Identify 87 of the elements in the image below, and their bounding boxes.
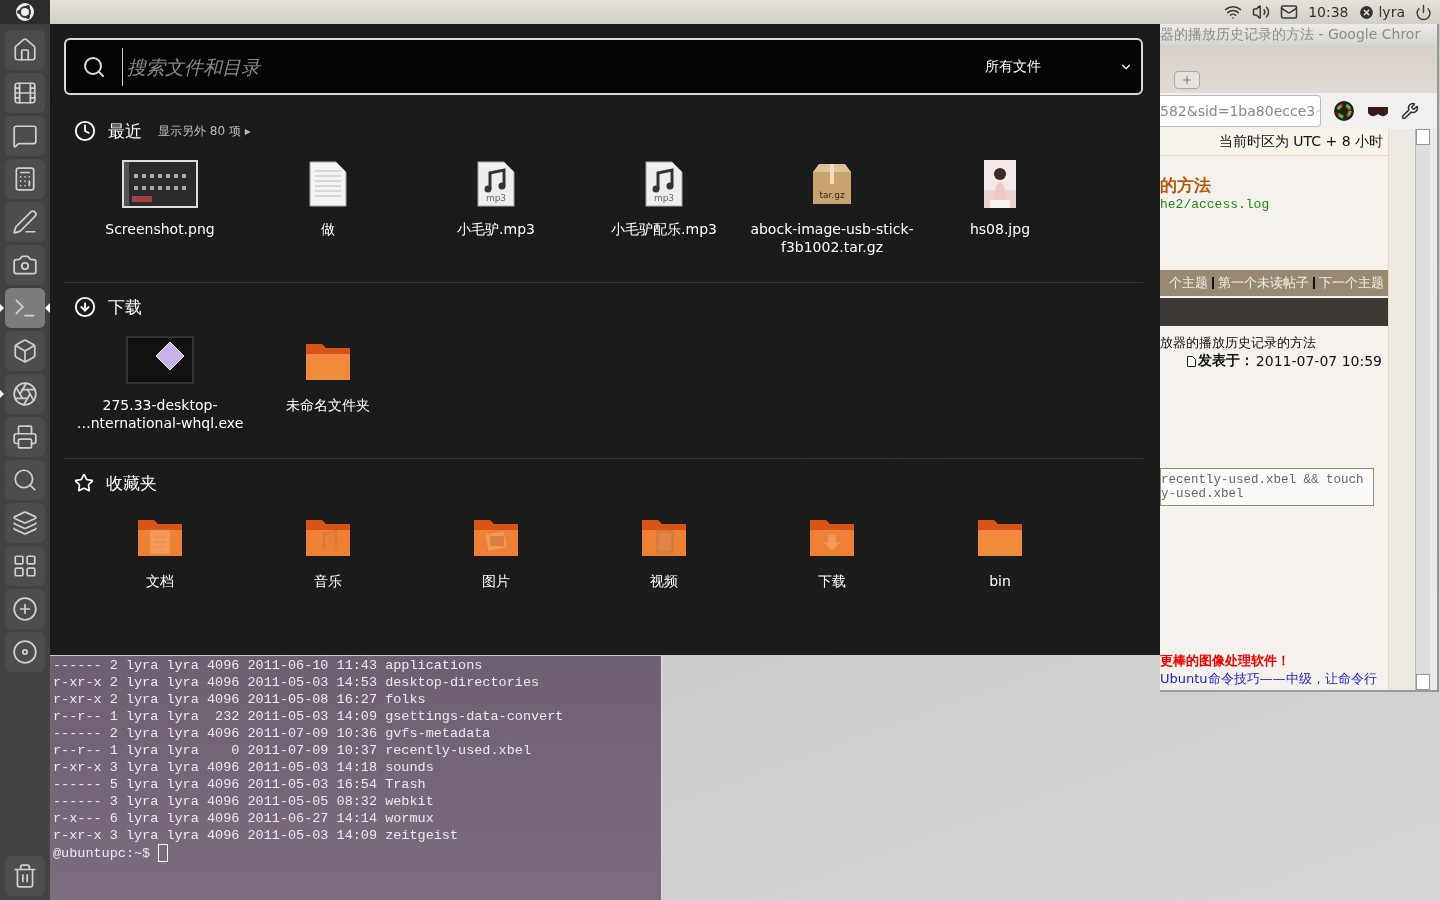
terminal-line: r--r-- 1 lyra lyra 0 2011-07-09 10:37 recently-used.xbel [53,742,532,759]
file-name[interactable]: 275.33-desktop- …nternational-whql.exe [76,396,244,432]
wifi-icon[interactable] [1224,3,1243,21]
section-title: 收藏夹 [106,471,157,495]
audio-file-icon [645,161,683,207]
executable-file-icon [126,336,194,384]
file-type-label: mp3 [652,193,676,203]
clock-icon [74,120,96,142]
film-icon [12,80,38,106]
search-icon [82,54,106,79]
code-hint: he2/access.log [1160,197,1271,212]
workspaces-icon [12,553,38,579]
file-type-label: tar.gz [818,190,846,200]
posted-date: 2011-07-07 10:59 [1255,353,1382,369]
camera-icon [12,252,38,278]
terminal-cursor [158,844,169,862]
file-name[interactable]: bin [989,572,1011,590]
trash-icon [12,863,38,889]
aperture-icon [12,381,38,407]
scanner-icon [12,424,38,450]
terminal-line: ------ 3 lyra lyra 4096 2011-05-05 08:32 webkit [53,793,435,810]
section-title: 最近 [108,119,142,143]
pen-icon [12,209,38,235]
file-name[interactable]: 图片 [482,572,510,590]
file-name[interactable]: 文档 [146,572,174,590]
disc-icon [12,639,38,665]
user-name[interactable]: lyra [1378,4,1405,20]
section-title: 下载 [108,295,142,319]
add-icon [12,596,38,622]
file-name[interactable]: abock-image-usb-stick- f3b1002.tar.gz [750,220,914,256]
home-icon [12,37,38,63]
window-title: 器的播放历史记录的方法 - Google Chror [1160,24,1437,45]
topic-title: 的方法 [1160,174,1212,197]
promo-text: 更棒的图像处理软件！ [1160,652,1291,670]
file-name[interactable]: 小毛驴.mp3 [457,220,535,238]
file-name[interactable]: 未命名文件夹 [286,396,370,414]
promo-link[interactable]: Ubuntu命令技巧——中级，让命令行 [1160,670,1388,688]
filter-dropdown[interactable]: 所有文件 [977,57,1141,76]
user-status-icon[interactable] [1358,3,1376,21]
post-icon [1186,355,1196,367]
launcher-item[interactable] [0,288,50,328]
mask-icon[interactable] [1367,104,1389,118]
file-name[interactable]: 做 [321,220,335,238]
plus-icon [1181,74,1193,86]
terminal-line: ------ 2 lyra lyra 4096 2011-06-10 11:43 applications [53,657,484,674]
power-icon[interactable] [1415,3,1432,21]
posted-label: 发表于： [1197,352,1254,370]
download-icon [74,296,96,318]
file-name[interactable]: 下载 [818,572,846,590]
ubuntu-logo-icon[interactable] [15,2,35,22]
post-title: 放器的播放历史记录的方法 [1160,334,1317,352]
wrench-icon[interactable] [1401,102,1419,120]
terminal-line: ------ 5 lyra lyra 4096 2011-05-03 16:54 Trash [53,776,427,793]
text-file-icon [309,161,347,207]
show-more-link[interactable]: 显示另外 80 项 ▸ [158,122,251,140]
audio-file-icon [477,161,515,207]
file-name[interactable]: Screenshot.png [105,220,215,238]
code-line: y-used.xbel [1161,487,1245,501]
chat-icon [12,123,38,149]
calculator-icon [12,166,38,192]
terminal-line: r-xr-x 3 lyra lyra 4096 2011-05-03 14:09 zeitgeist [53,827,460,844]
file-name[interactable]: 音乐 [314,572,342,590]
scrollbar[interactable] [1415,129,1430,690]
terminal-line: r--r-- 1 lyra lyra 232 2011-05-03 14:09 gsettings-data-convert [53,708,565,725]
layers-icon [12,510,38,536]
file-name[interactable]: 小毛驴配乐.mp3 [611,220,717,238]
volume-icon[interactable] [1252,3,1271,21]
cube-icon [12,338,38,364]
clock[interactable]: 10:38 [1308,4,1349,20]
terminal-line: r-xr-x 2 lyra lyra 4096 2011-05-08 16:27 folks [53,691,427,708]
file-name[interactable]: hs08.jpg [969,220,1031,238]
mail-icon[interactable] [1280,3,1299,21]
terminal-line: r-xr-x 3 lyra lyra 4096 2011-05-03 14:18 sounds [53,759,435,776]
code-line: recently-used.xbel && touch [1161,473,1365,487]
address-bar[interactable]: 582&sid=1ba80ecce3 [1160,95,1321,127]
search-field[interactable]: 搜索文件和目录 所有文件 [64,38,1143,95]
package-icon [810,162,854,206]
file-name[interactable]: 视频 [650,572,678,590]
terminal-line: r-x--- 6 lyra lyra 4096 2011-06-27 14:14 wormux [53,810,435,827]
star-icon [74,473,94,493]
color-wheel-icon[interactable] [1333,100,1355,122]
terminal-prompt: @ubuntupc:~$ [53,844,151,862]
search-input[interactable]: 搜索文件和目录 [122,47,977,86]
terminal-line: ------ 2 lyra lyra 4096 2011-07-09 10:36 gvfs-metadata [53,725,492,742]
file-type-label: mp3 [484,193,508,203]
search-icon [12,467,38,493]
terminal-line: r-xr-x 2 lyra lyra 4096 2011-05-03 14:53 desktop-directories [53,674,541,691]
